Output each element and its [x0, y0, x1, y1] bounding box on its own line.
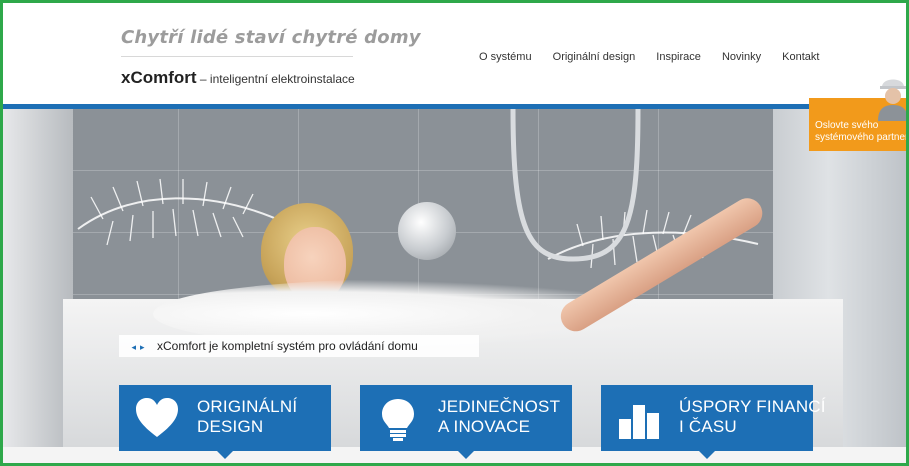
- feature-line2: DESIGN: [197, 417, 264, 436]
- site-header: Chytří lidé staví chytré domy xComfort –…: [3, 3, 906, 106]
- slider-caption: ◂ ▸ xComfort je kompletní systém pro ovlád…: [119, 335, 479, 357]
- site-tagline: Chytří lidé staví chytré domy: [121, 27, 421, 48]
- feature-label: ORIGINÁLNÍ DESIGN: [197, 397, 297, 437]
- feather-decoration-left: [77, 178, 289, 246]
- feature-line1: ÚSPORY FINANCÍ: [679, 397, 826, 416]
- feature-line1: ORIGINÁLNÍ: [197, 397, 298, 416]
- slider-next-icon[interactable]: ▸: [140, 342, 145, 352]
- partner-line1: Oslovte svého: [815, 120, 879, 131]
- worker-avatar-icon: [878, 79, 906, 121]
- nav-item-originalni-design[interactable]: Originální design: [553, 51, 636, 63]
- browser-frame: Chytří lidé staví chytré domy xComfort –…: [0, 0, 909, 466]
- feature-line1: JEDINEČNOST: [438, 397, 561, 416]
- feature-label: ÚSPORY FINANCÍ I ČASU: [679, 397, 826, 437]
- main-navigation: O systému Originální design Inspirace No…: [479, 51, 837, 63]
- brand-subtitle: – inteligentní elektroinstalace: [196, 72, 355, 86]
- slider-arrows: ◂ ▸: [119, 336, 157, 358]
- caption-text: xComfort je kompletní systém pro ovládán…: [157, 339, 418, 353]
- brand-name: xComfort: [121, 68, 197, 87]
- feature-uniqueness-innovation[interactable]: JEDINEČNOST A INOVACE: [360, 385, 572, 459]
- feature-label: JEDINEČNOST A INOVACE: [438, 397, 560, 437]
- heart-icon: [136, 398, 178, 437]
- nav-item-novinky[interactable]: Novinky: [722, 51, 761, 63]
- slider-prev-icon[interactable]: ◂: [131, 342, 136, 352]
- lightbulb-icon: [382, 399, 414, 441]
- site-logo[interactable]: xComfort – inteligentní elektroinstalace: [121, 68, 355, 88]
- partner-line2: systémového partnera: [815, 132, 909, 143]
- nav-item-o-systemu[interactable]: O systému: [479, 51, 532, 63]
- feature-savings[interactable]: ÚSPORY FINANCÍ I ČASU: [601, 385, 826, 459]
- partner-label: Oslovte svého systémového partnera: [815, 120, 909, 144]
- feature-line2: A INOVACE: [438, 417, 531, 436]
- bar-chart-icon: [619, 405, 659, 439]
- nav-item-inspirace[interactable]: Inspirace: [656, 51, 701, 63]
- feature-line2: I ČASU: [679, 417, 737, 436]
- shower-hose: [510, 109, 641, 262]
- feature-original-design[interactable]: ORIGINÁLNÍ DESIGN: [119, 385, 331, 459]
- tagline-divider: [121, 56, 353, 57]
- faucet-knob: [398, 202, 456, 260]
- nav-item-kontakt[interactable]: Kontakt: [782, 51, 819, 63]
